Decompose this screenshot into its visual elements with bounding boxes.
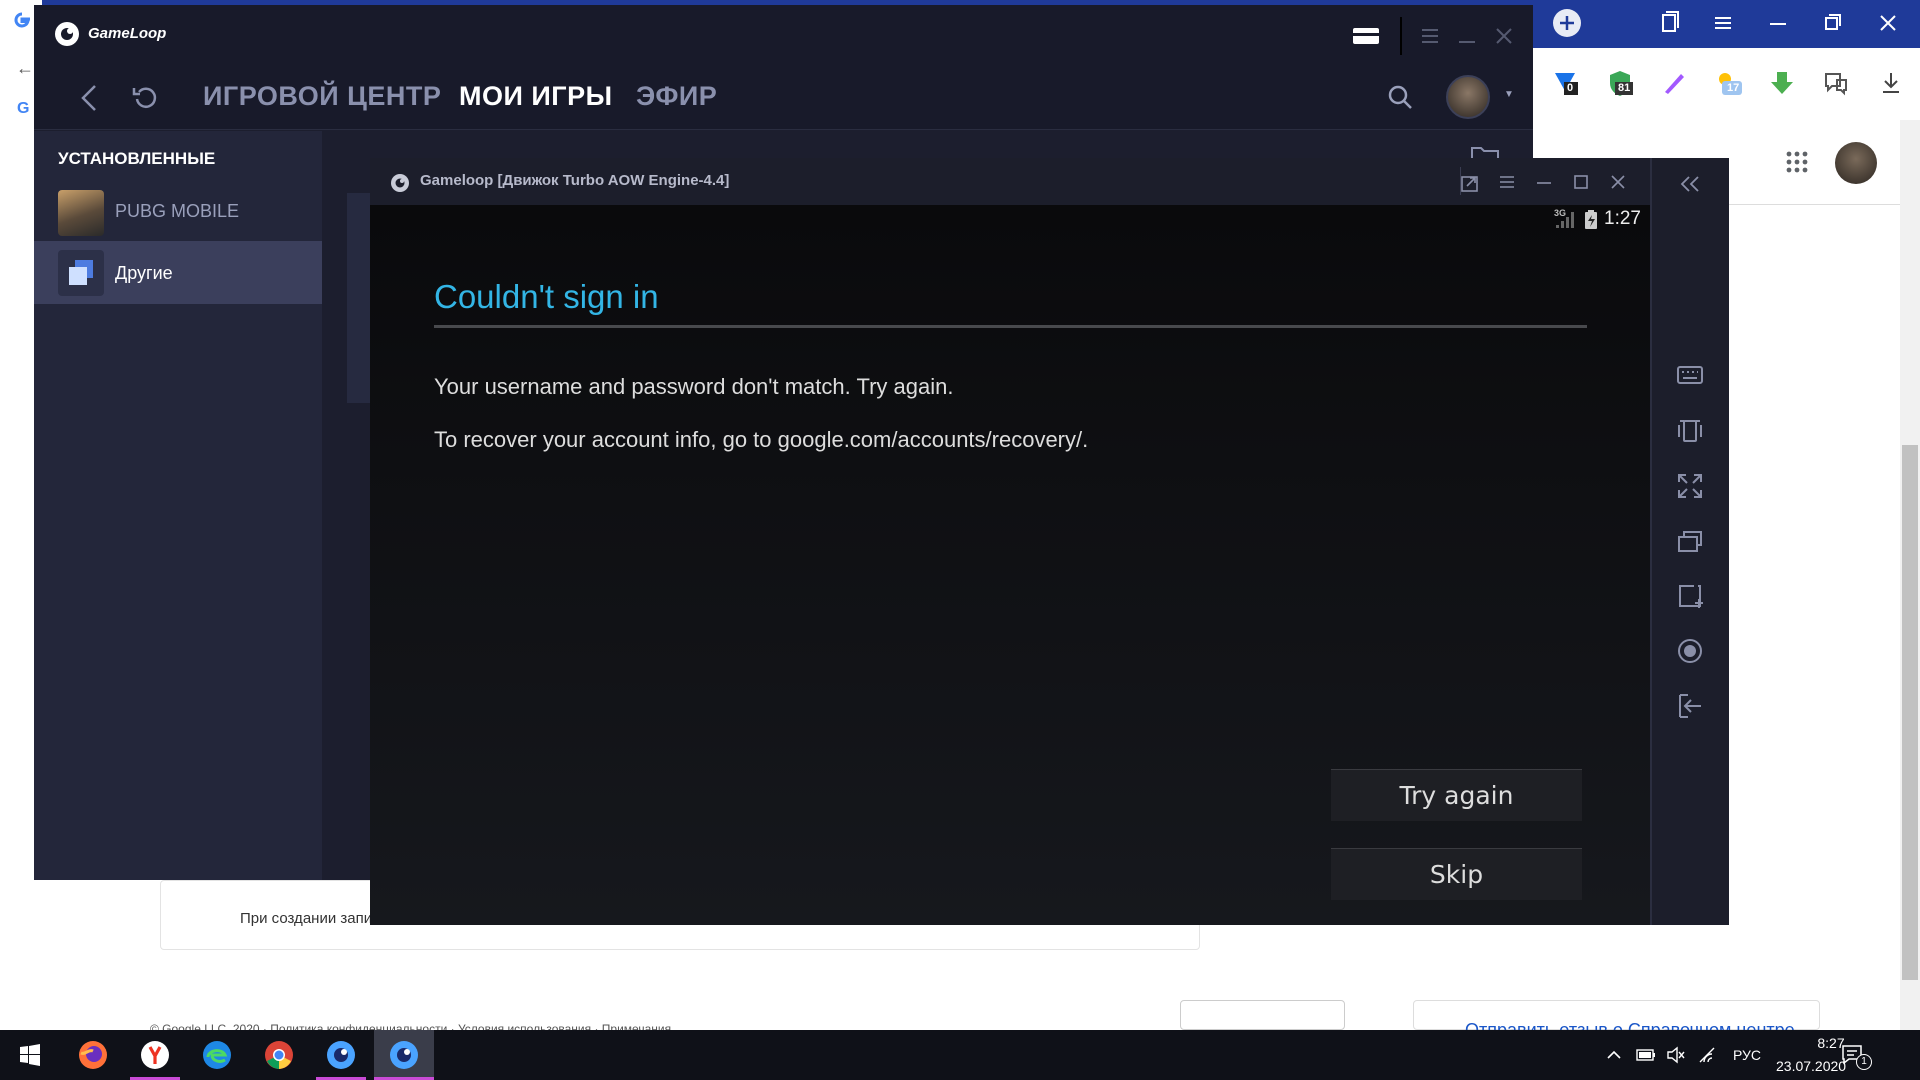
emulator-minimize-icon[interactable] [1534,172,1554,192]
pubg-game-icon [58,190,104,236]
browser-restore-icon[interactable] [1820,10,1846,36]
background-footer-text: © Google LLC, 2020 · Политика конфиденци… [150,1022,672,1030]
browser-menu-icon[interactable] [1710,10,1736,36]
gameloop-navbar: ИГРОВОЙ ЦЕНТР МОИ ИГРЫ ЭФИР ▼ [34,65,1533,130]
browser-extensions-bar: 0 81 17 [1535,48,1920,120]
extension-badge: 17 [1727,82,1740,94]
gameloop-titlebar: GameLoop [34,5,1533,65]
emulator-maximize-icon[interactable] [1571,172,1591,192]
extension-badge: 0 [1567,82,1574,94]
emulator-close-icon[interactable] [1608,172,1628,192]
windows-taskbar: 1 [0,1030,1920,1080]
gameloop-logo-icon [54,21,80,47]
gameloop-brand: GameLoop [88,25,167,42]
avatar-dropdown-icon[interactable]: ▼ [1504,89,1514,100]
gl-minimize-icon[interactable] [1456,25,1478,47]
clock-time[interactable]: 8:27 [1796,1035,1866,1051]
record-icon[interactable] [1676,637,1704,665]
fullscreen-icon[interactable] [1676,472,1704,500]
tab-game-center[interactable]: ИГРОВОЙ ЦЕНТР [203,81,441,112]
tray-overflow-icon[interactable] [1606,1047,1622,1063]
taskbar-edge-icon[interactable] [192,1030,242,1080]
keyboard-language[interactable]: РУС [1733,1047,1761,1063]
google-g-icon: G [17,100,30,117]
sidebar-item-label: Другие [115,263,173,283]
page-scrollbar-thumb[interactable] [1902,445,1918,980]
browser-close-icon[interactable] [1875,10,1901,36]
apps-grid-icon[interactable] [1785,150,1809,174]
extension-mail-icon[interactable]: 0 [1550,68,1580,98]
user-avatar[interactable] [1446,75,1490,119]
tray-volume-muted-icon[interactable] [1666,1046,1686,1064]
dialog-message-2: To recover your account info, go to goog… [434,427,1089,452]
extension-download-green-icon[interactable] [1767,68,1797,98]
feedback-link[interactable]: Отправить отзыв о Справочном центре [1465,1020,1795,1030]
extension-shield-icon[interactable]: 81 [1605,68,1635,98]
sidebar-item-pubg[interactable]: PUBG MOBILE [34,187,322,239]
titlebar-divider [1400,17,1402,55]
sidebar-heading: УСТАНОВЛЕННЫЕ [58,149,216,168]
downloads-icon[interactable] [1876,68,1906,98]
shake-icon[interactable] [1676,417,1704,445]
background-language-select[interactable] [1180,1000,1345,1030]
taskbar-yandex-icon[interactable] [130,1030,180,1080]
emulator-title: Gameloop [Движок Turbo AOW Engine-4.4] [420,172,730,189]
emulator-toolbar [1650,158,1729,925]
sidebar-item-others[interactable]: Другие [34,241,322,304]
taskbar-chrome-icon[interactable] [254,1030,304,1080]
extension-badge: 81 [1618,82,1631,94]
keyboard-icon[interactable] [1676,363,1704,387]
dialog-title: Couldn't sign in [434,278,659,315]
browser-minimize-icon[interactable] [1765,10,1791,36]
background-card-text: При создании запи [240,910,373,927]
tray-network-icon[interactable] [1698,1046,1718,1064]
sidebar-item-label: PUBG MOBILE [115,201,240,221]
extension-pen-icon[interactable] [1659,68,1689,98]
nav-refresh-icon[interactable] [130,83,160,113]
tab-live[interactable]: ЭФИР [636,81,717,112]
collapse-toolbar-icon[interactable] [1678,174,1702,194]
wallet-icon[interactable] [1352,25,1380,47]
clock-date[interactable]: 23.07.2020 [1776,1058,1846,1074]
notification-count-badge: 1 [1856,1054,1872,1070]
multi-window-icon[interactable] [1676,527,1704,555]
extension-weather-icon[interactable]: 17 [1713,68,1743,98]
try-again-button[interactable]: Try again [1331,769,1582,821]
taskbar-gameloop-icon[interactable] [316,1030,366,1080]
taskbar-gameloop-emulator-icon[interactable] [374,1030,434,1080]
emulator-logo-icon [390,173,410,193]
bookmarks-icon[interactable] [1657,10,1683,36]
content-panel-edge [347,193,370,403]
gl-close-icon[interactable] [1493,25,1515,47]
popout-icon[interactable] [1459,172,1481,194]
others-apps-icon [58,250,104,296]
google-favicon-icon [12,10,32,30]
nav-back-icon[interactable] [78,83,102,113]
status-clock: 1:27 [1604,208,1641,229]
gl-menu-icon[interactable] [1419,25,1441,47]
google-account-avatar[interactable] [1835,142,1877,184]
taskbar-firefox-icon[interactable] [68,1030,118,1080]
dialog-title-divider [434,325,1587,328]
browser-back-icon[interactable]: ← [16,58,34,79]
emulator-menu-icon[interactable] [1497,172,1517,192]
screenshot-icon[interactable] [1676,582,1704,610]
start-button[interactable] [5,1030,55,1080]
extension-translate-icon[interactable] [1821,68,1851,98]
battery-icon [1584,210,1598,230]
search-icon[interactable] [1386,83,1414,111]
new-tab-button[interactable] [1552,8,1582,38]
network-type: 3G [1554,208,1567,218]
exit-icon[interactable] [1676,692,1704,720]
dialog-message-1: Your username and password don't match. … [434,374,954,399]
skip-button[interactable]: Skip [1331,848,1582,900]
tab-my-games[interactable]: МОИ ИГРЫ [459,81,613,112]
tray-battery-icon[interactable] [1636,1047,1656,1063]
